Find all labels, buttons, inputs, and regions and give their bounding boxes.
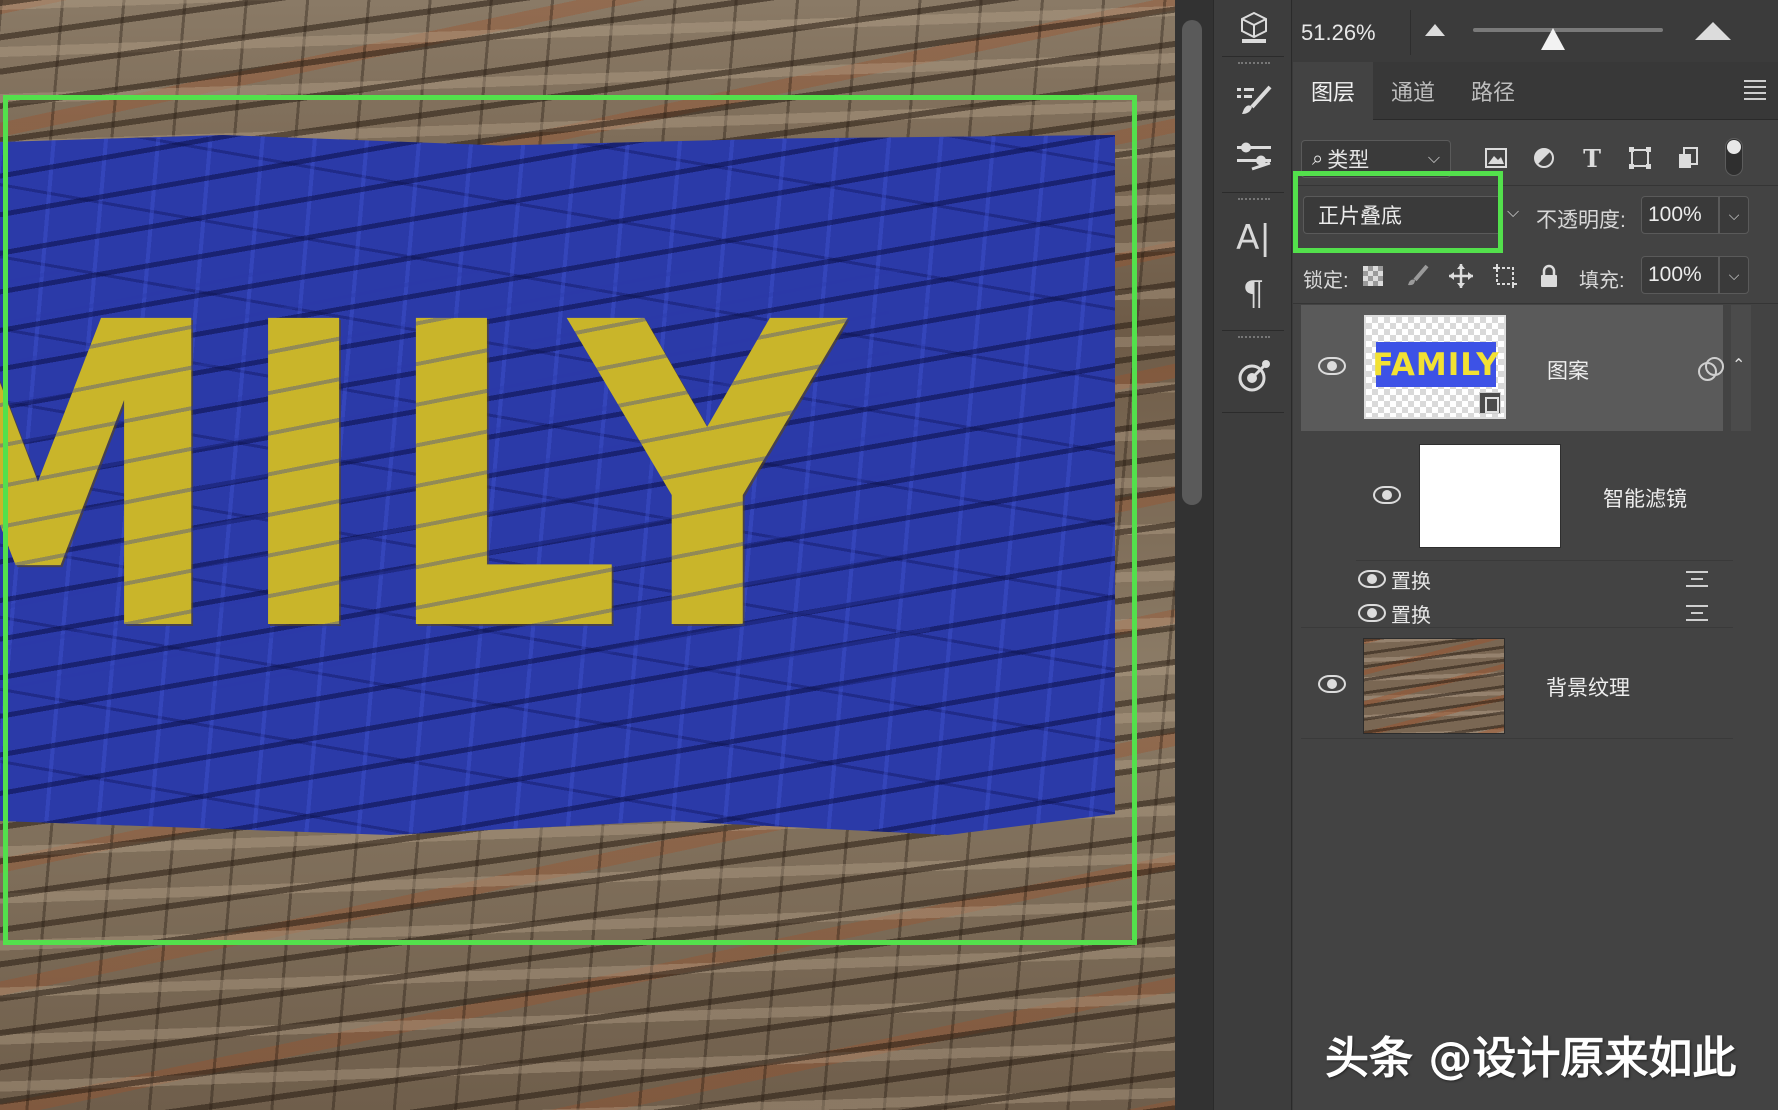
watermark-text: 头条 @设计原来如此 bbox=[1325, 1033, 1737, 1084]
zoom-out-mountain-icon[interactable] bbox=[1425, 24, 1445, 36]
zoom-slider-thumb[interactable] bbox=[1540, 28, 1565, 50]
panel-tool-strip: A| ¶ bbox=[1213, 0, 1292, 1110]
blend-mode-highlight-box bbox=[1293, 171, 1503, 253]
smart-filter-mask-thumbnail[interactable] bbox=[1419, 444, 1561, 548]
filter-kind-label: 类型 bbox=[1327, 149, 1370, 172]
lock-label: 锁定: bbox=[1303, 270, 1349, 292]
lock-pixels-brush-icon[interactable] bbox=[1401, 260, 1433, 292]
adjustment-filter-icon[interactable] bbox=[1526, 140, 1562, 176]
visibility-eye-icon[interactable] bbox=[1373, 486, 1401, 504]
zoom-slider-track[interactable] bbox=[1473, 28, 1663, 32]
visibility-eye-icon[interactable] bbox=[1358, 604, 1386, 622]
zoom-divider bbox=[1410, 10, 1411, 55]
blending-options-icon[interactable] bbox=[1686, 569, 1708, 587]
character-icon[interactable]: A| bbox=[1214, 210, 1293, 266]
lock-artboard-icon[interactable] bbox=[1489, 260, 1521, 292]
smart-object-badge-icon bbox=[1479, 392, 1501, 414]
layer-row-background-texture[interactable]: 背景纹理 bbox=[1301, 627, 1733, 739]
document-canvas[interactable]: MILY bbox=[0, 0, 1175, 1110]
filter-item-label: 置换 bbox=[1391, 605, 1431, 627]
adjustments-icon[interactable] bbox=[1214, 128, 1293, 184]
panel-menu-icon[interactable] bbox=[1744, 80, 1766, 100]
opacity-label: 不透明度: bbox=[1536, 209, 1626, 232]
selection-highlight-box bbox=[3, 95, 1137, 945]
paragraph-icon[interactable]: ¶ bbox=[1214, 266, 1293, 322]
blending-options-icon[interactable] bbox=[1686, 603, 1708, 621]
filter-item-label: 置换 bbox=[1391, 571, 1431, 593]
layer-name[interactable]: 背景纹理 bbox=[1546, 672, 1630, 702]
tab-channels[interactable]: 通道 bbox=[1373, 62, 1453, 120]
lock-row: 锁定: 填充: 100% ⌵ bbox=[1293, 246, 1778, 304]
smart-filters-label: 智能滤镜 bbox=[1603, 488, 1687, 511]
layers-panel: 51.26% 图层 通道 路径 ⌕ 类型 ⌵ T 正片叠底 ⌵ 不透明度: 10… bbox=[1293, 0, 1778, 1110]
visibility-eye-icon[interactable] bbox=[1318, 675, 1346, 693]
smart-object-filter-icon[interactable] bbox=[1670, 140, 1706, 176]
lock-position-move-icon[interactable] bbox=[1445, 260, 1477, 292]
filter-item-displace[interactable]: 置换 bbox=[1356, 561, 1733, 597]
layer-thumbnail[interactable]: FAMILY bbox=[1364, 315, 1506, 419]
fill-dropdown-icon[interactable]: ⌵ bbox=[1719, 256, 1749, 294]
fill-input[interactable]: 100% bbox=[1641, 256, 1719, 294]
zoom-row: 51.26% bbox=[1293, 0, 1778, 62]
shape-filter-icon[interactable] bbox=[1622, 140, 1658, 176]
chevron-down-icon: ⌵ bbox=[1427, 150, 1440, 167]
visibility-eye-icon[interactable] bbox=[1358, 570, 1386, 588]
filter-item-displace[interactable]: 置换 bbox=[1356, 595, 1733, 631]
thumbnail-text: FAMILY bbox=[1372, 342, 1499, 387]
canvas-scroll-thumb[interactable] bbox=[1182, 20, 1202, 505]
smart-filter-link-icon[interactable] bbox=[1698, 357, 1724, 381]
panel-tabs: 图层 通道 路径 bbox=[1293, 62, 1778, 120]
tab-layers[interactable]: 图层 bbox=[1293, 62, 1373, 120]
smart-filters-row[interactable]: 智能滤镜 bbox=[1356, 431, 1733, 561]
tab-paths[interactable]: 路径 bbox=[1453, 62, 1533, 120]
chevron-down-icon[interactable]: ⌵ bbox=[1507, 204, 1519, 222]
search-icon: ⌕ bbox=[1312, 147, 1324, 170]
filter-toggle-switch[interactable] bbox=[1725, 138, 1743, 176]
lock-all-padlock-icon[interactable] bbox=[1533, 260, 1565, 292]
layer-thumbnail[interactable] bbox=[1363, 638, 1505, 734]
zoom-value[interactable]: 51.26% bbox=[1301, 20, 1376, 46]
graph-select-icon[interactable] bbox=[1214, 348, 1293, 404]
type-filter-icon[interactable]: T bbox=[1574, 140, 1610, 176]
blend-row: 正片叠底 ⌵ 不透明度: 100% ⌵ bbox=[1293, 171, 1778, 253]
opacity-input[interactable]: 100% bbox=[1641, 196, 1719, 234]
collapse-chevron-up-icon[interactable]: ⌃ bbox=[1732, 355, 1745, 375]
layer-name[interactable]: 图案 bbox=[1547, 355, 1589, 385]
lock-transparency-icon[interactable] bbox=[1357, 260, 1389, 292]
3d-icon[interactable] bbox=[1214, 0, 1293, 56]
layer-row-pattern[interactable]: FAMILY 图案 ⌃ bbox=[1301, 305, 1751, 431]
opacity-dropdown-icon[interactable]: ⌵ bbox=[1719, 196, 1749, 234]
brush-settings-icon[interactable] bbox=[1214, 72, 1293, 128]
visibility-eye-icon[interactable] bbox=[1318, 357, 1346, 375]
zoom-in-mountain-icon[interactable] bbox=[1695, 22, 1731, 40]
fill-label: 填充: bbox=[1579, 270, 1625, 292]
layers-list: FAMILY 图案 ⌃ 智能滤镜 置换 置换 背景纹理 bbox=[1293, 305, 1778, 1110]
